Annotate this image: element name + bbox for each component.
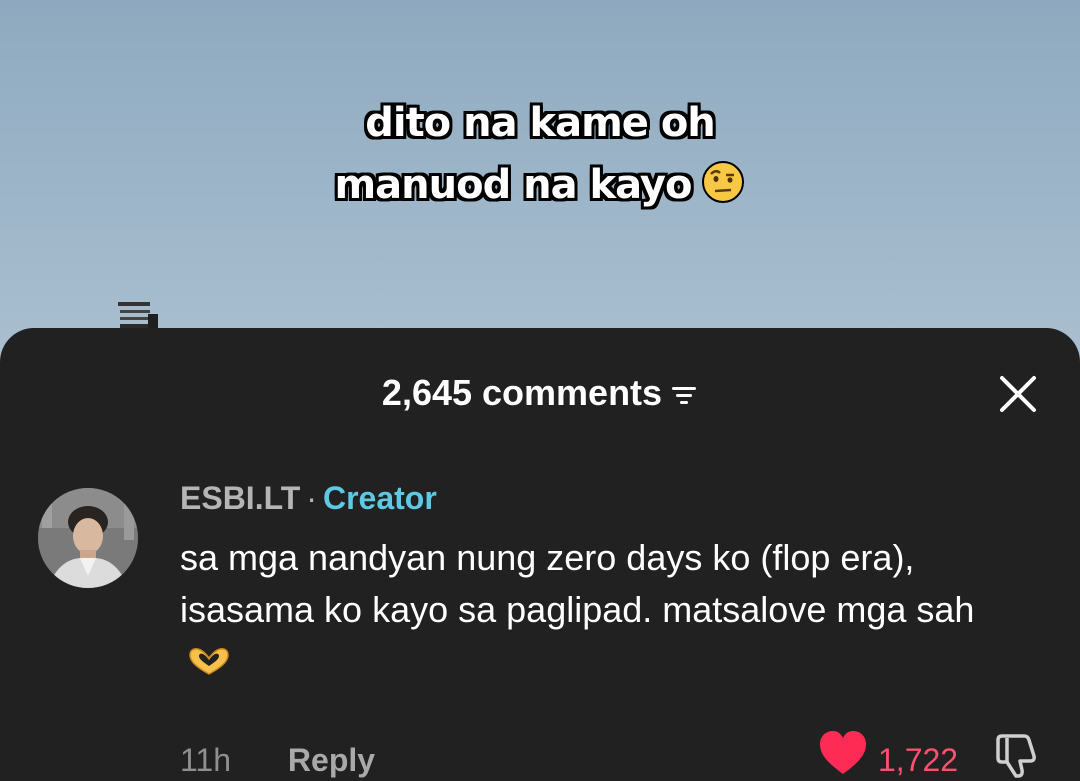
comments-count-label: 2,645 comments <box>381 372 663 413</box>
filter-icon[interactable] <box>670 383 698 407</box>
caption-line-2-wrap: manuod na kayo <box>0 154 1080 216</box>
comment-time: 11h <box>180 742 232 778</box>
video-caption: dito na kame oh manuod na kayo <box>0 92 1080 216</box>
caption-line-1: dito na kame oh <box>365 100 716 146</box>
author-separator: · <box>306 480 317 516</box>
avatar-photo <box>38 488 138 588</box>
like-count: 1,722 <box>878 742 959 778</box>
thumbs-down-icon[interactable] <box>992 732 1040 780</box>
comments-count-title[interactable]: 2,645 comments <box>0 368 1080 418</box>
comments-sheet: 2,645 comments ESBI.LT · Creator sa mga … <box>0 328 1080 781</box>
comment-author-row: ESBI.LT · Creator <box>180 478 437 518</box>
avatar[interactable] <box>38 488 138 588</box>
comment-text-block: sa mga nandyan nung zero days ko (flop e… <box>180 532 1020 688</box>
face-with-raised-eyebrow-icon <box>702 161 745 203</box>
comment-text: sa mga nandyan nung zero days ko (flop e… <box>180 537 975 630</box>
comment-author[interactable]: ESBI.LT <box>180 480 300 516</box>
comments-header: 2,645 comments <box>0 368 1080 418</box>
creator-badge: Creator <box>322 480 437 516</box>
close-icon[interactable] <box>996 372 1040 416</box>
reply-button[interactable]: Reply <box>288 742 375 778</box>
heart-hands-icon <box>189 648 229 675</box>
comment-meta-row: 11h Reply <box>180 740 375 780</box>
caption-line-2: manuod na kayo <box>334 162 693 208</box>
heart-icon[interactable] <box>818 730 868 776</box>
